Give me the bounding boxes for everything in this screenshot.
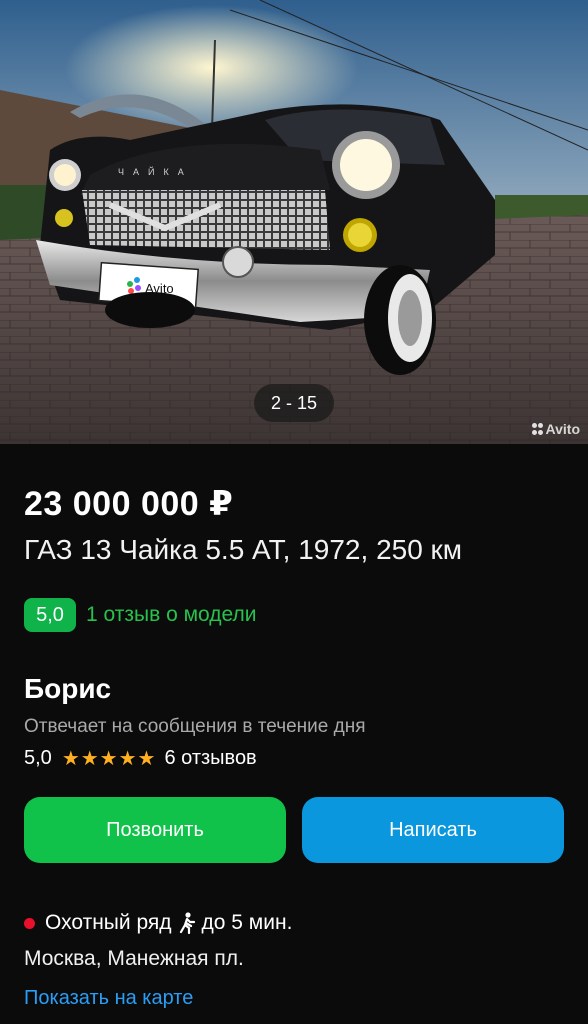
avito-logo-icon [531, 423, 544, 435]
metro-station-name: Охотный ряд [45, 911, 172, 934]
seller-rating[interactable]: 5,0 ★★★★★ 6 отзывов [24, 746, 257, 771]
star-rating-icon: ★★★★★ [61, 748, 157, 770]
seller-response-time: Отвечает на сообщения в течение дня [24, 716, 366, 737]
seller-reviews-count: 6 отзывов [164, 747, 257, 769]
listing-photo[interactable]: Avito ЧАЙКА 2 - 15 Avito [0, 0, 588, 444]
walk-time: до 5 мин. [201, 911, 293, 934]
call-button[interactable]: Позвонить [24, 797, 286, 863]
photo-counter: 2 - 15 [254, 384, 334, 422]
seller-rating-value: 5,0 [24, 747, 52, 769]
metro-line-dot-icon [24, 917, 35, 929]
listing-price: 23 000 000 ₽ [24, 485, 234, 523]
listing-title: ГАЗ 13 Чайка 5.5 AT, 1972, 250 км [24, 534, 463, 565]
show-on-map-link[interactable]: Показать на карте [24, 987, 193, 1010]
model-rating-badge[interactable]: 5,0 [24, 598, 76, 632]
car-photo-image: Avito ЧАЙКА [0, 0, 588, 444]
write-button[interactable]: Написать [302, 797, 564, 863]
seller-name[interactable]: Борис [24, 673, 111, 705]
address: Москва, Манежная пл. [24, 947, 244, 970]
walking-person-icon [179, 912, 195, 934]
avito-watermark: Avito [531, 421, 580, 437]
car-emblem-text: ЧАЙКА [118, 166, 193, 177]
watermark-text: Avito [545, 421, 580, 437]
metro-station: Охотный ряд до 5 мин. [24, 911, 292, 935]
model-reviews-link[interactable]: 1 отзыв о модели [86, 603, 256, 627]
